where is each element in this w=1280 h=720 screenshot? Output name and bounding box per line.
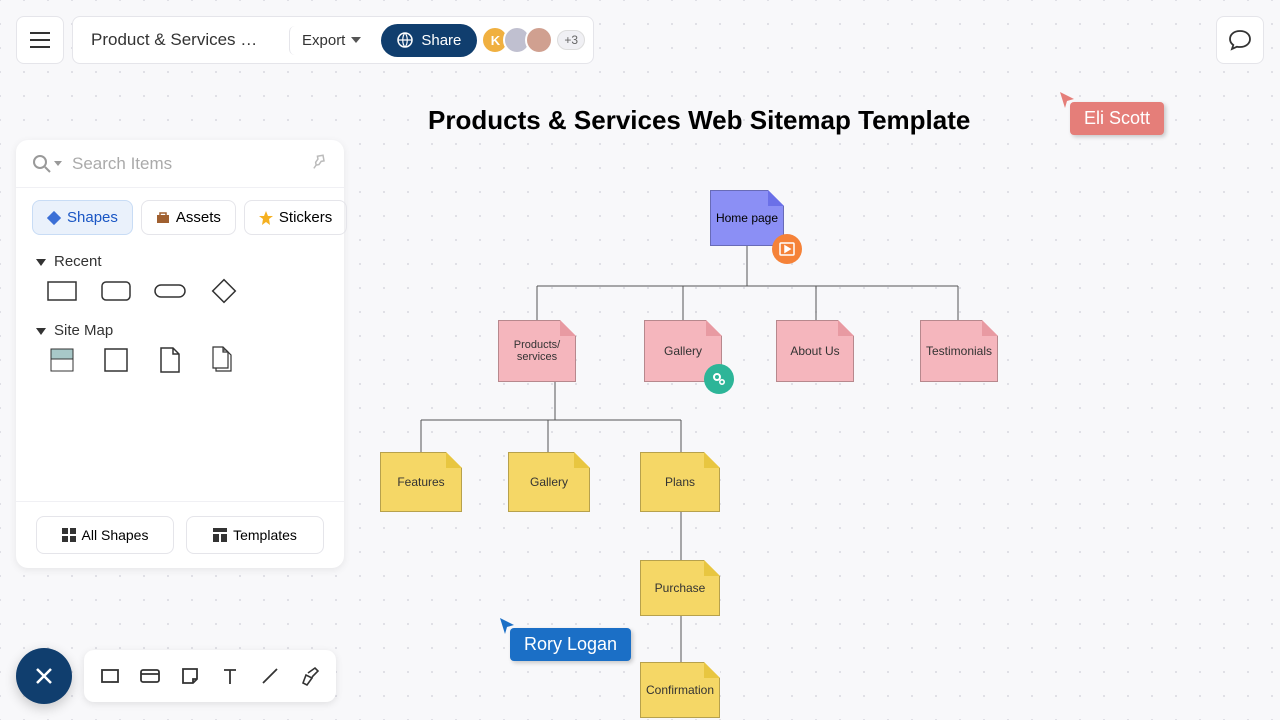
cursor-rory: Rory Logan xyxy=(510,628,631,661)
tab-assets[interactable]: Assets xyxy=(141,200,236,235)
tab-label: Stickers xyxy=(279,209,332,226)
export-button[interactable]: Export xyxy=(289,26,373,55)
shape-pill[interactable] xyxy=(154,280,186,302)
node-label: Testimonials xyxy=(926,344,992,358)
chevron-down-icon xyxy=(351,37,361,43)
export-label: Export xyxy=(302,32,345,49)
section-label: Recent xyxy=(54,253,102,270)
pin-icon[interactable] xyxy=(310,152,328,175)
shape-page-filled[interactable] xyxy=(46,349,78,371)
shapes-recent xyxy=(36,280,324,302)
node-gallery2[interactable]: Gallery xyxy=(508,452,590,512)
node-label: Plans xyxy=(665,475,695,489)
avatar[interactable] xyxy=(525,26,553,54)
cursor-label-text: Rory Logan xyxy=(510,628,631,661)
shapes-sitemap xyxy=(36,349,324,371)
chat-icon xyxy=(1228,29,1252,51)
node-plans[interactable]: Plans xyxy=(640,452,720,512)
triangle-down-icon xyxy=(36,257,46,267)
settings-badge-icon xyxy=(704,364,734,394)
cursor-label-text: Eli Scott xyxy=(1070,102,1164,135)
close-icon xyxy=(34,666,54,686)
section-sitemap: Site Map xyxy=(16,312,344,381)
tool-sticky[interactable] xyxy=(172,658,208,694)
button-label: Templates xyxy=(233,527,297,543)
diamond-icon xyxy=(47,211,61,225)
search-input[interactable] xyxy=(72,154,310,174)
node-confirmation[interactable]: Confirmation xyxy=(640,662,720,718)
triangle-down-icon xyxy=(36,326,46,336)
shape-diamond[interactable] xyxy=(208,280,240,302)
node-label: Purchase xyxy=(655,581,706,595)
node-features[interactable]: Features xyxy=(380,452,462,512)
node-label: Home page xyxy=(716,211,778,225)
tool-text[interactable] xyxy=(212,658,248,694)
briefcase-icon xyxy=(156,211,170,225)
node-label: Confirmation xyxy=(646,683,714,697)
tab-shapes[interactable]: Shapes xyxy=(32,200,133,235)
node-products[interactable]: Products/ services xyxy=(498,320,576,382)
button-label: All Shapes xyxy=(82,527,149,543)
node-label: About Us xyxy=(790,344,839,358)
avatar-more-count[interactable]: +3 xyxy=(557,30,585,50)
sidebar-footer: All Shapes Templates xyxy=(16,501,344,568)
node-testimonials[interactable]: Testimonials xyxy=(920,320,998,382)
collaborator-avatars[interactable]: K +3 xyxy=(487,26,585,54)
close-fab-button[interactable] xyxy=(16,648,72,704)
tool-line[interactable] xyxy=(252,658,288,694)
section-header-recent[interactable]: Recent xyxy=(36,253,324,270)
section-header-sitemap[interactable]: Site Map xyxy=(36,322,324,339)
diagram-title: Products & Services Web Sitemap Template xyxy=(428,105,970,136)
tool-card[interactable] xyxy=(132,658,168,694)
all-shapes-button[interactable]: All Shapes xyxy=(36,516,174,554)
tab-label: Assets xyxy=(176,209,221,226)
node-label: Gallery xyxy=(530,475,568,489)
search-icon xyxy=(32,154,62,174)
shape-page-outline[interactable] xyxy=(100,349,132,371)
sidebar-tabs: Shapes Assets Stickers xyxy=(16,188,344,243)
video-badge-icon xyxy=(772,234,802,264)
shape-rect[interactable] xyxy=(46,280,78,302)
section-recent: Recent xyxy=(16,243,344,312)
grid-icon xyxy=(62,528,76,542)
node-label: Gallery xyxy=(664,344,702,358)
layout-icon xyxy=(213,528,227,542)
chat-button[interactable] xyxy=(1216,16,1264,64)
tab-stickers[interactable]: Stickers xyxy=(244,200,347,235)
share-button[interactable]: Share xyxy=(381,24,477,57)
search-row xyxy=(16,140,344,188)
document-controls: Product & Services Web... Export Share K… xyxy=(72,16,594,64)
shape-rounded-rect[interactable] xyxy=(100,280,132,302)
bottom-toolbar xyxy=(16,648,336,704)
tool-strip xyxy=(84,650,336,702)
node-purchase[interactable]: Purchase xyxy=(640,560,720,616)
tool-rectangle[interactable] xyxy=(92,658,128,694)
shapes-sidebar: Shapes Assets Stickers Recent Site Map xyxy=(16,140,344,568)
cursor-eli: Eli Scott xyxy=(1070,102,1164,135)
templates-button[interactable]: Templates xyxy=(186,516,324,554)
shape-document[interactable] xyxy=(154,349,186,371)
node-about[interactable]: About Us xyxy=(776,320,854,382)
section-label: Site Map xyxy=(54,322,113,339)
tool-highlighter[interactable] xyxy=(292,658,328,694)
document-title[interactable]: Product & Services Web... xyxy=(81,30,281,50)
node-home[interactable]: Home page xyxy=(710,190,784,246)
hamburger-icon xyxy=(30,32,50,48)
node-label: Features xyxy=(397,475,444,489)
star-icon xyxy=(259,211,273,225)
tab-label: Shapes xyxy=(67,209,118,226)
globe-icon xyxy=(397,32,413,48)
node-label: Products/ services xyxy=(514,339,560,363)
menu-button[interactable] xyxy=(16,16,64,64)
share-label: Share xyxy=(421,32,461,49)
shape-documents[interactable] xyxy=(208,349,240,371)
top-bar: Product & Services Web... Export Share K… xyxy=(16,16,594,64)
